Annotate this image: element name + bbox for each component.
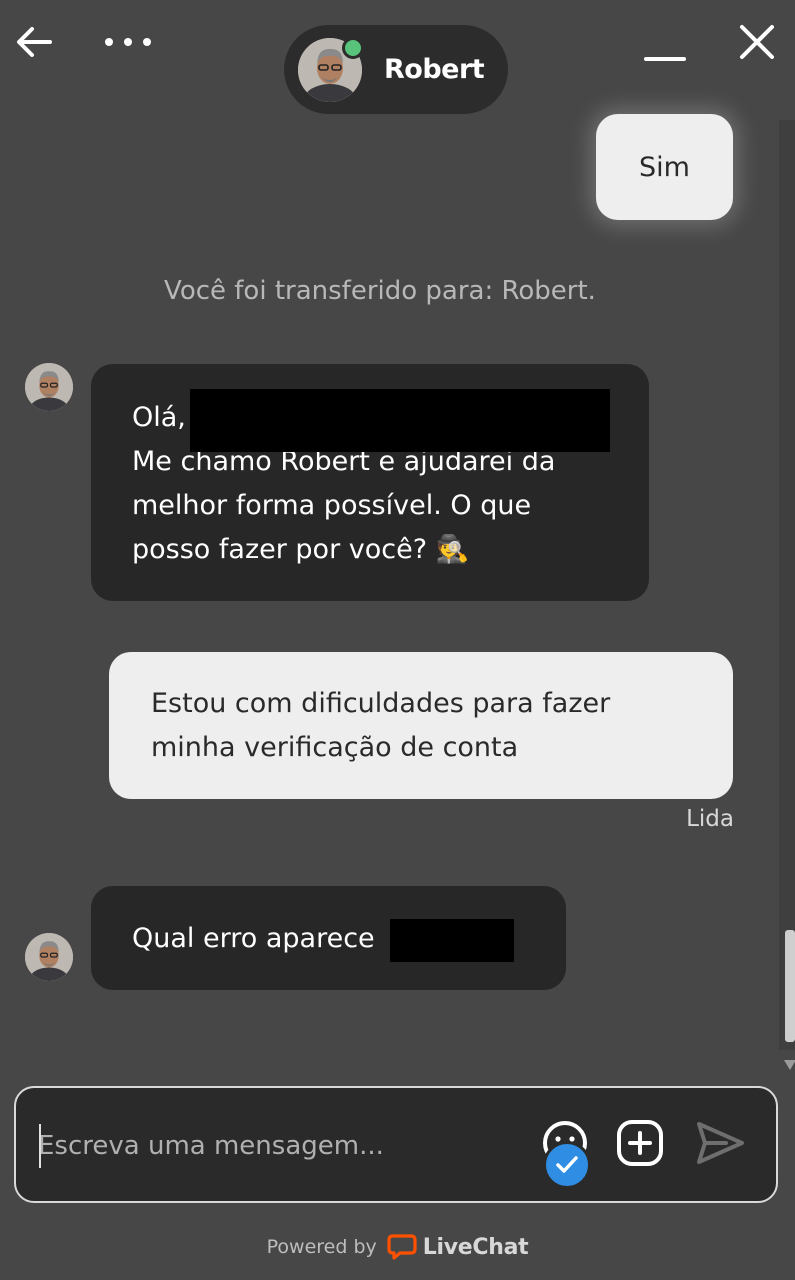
back-button[interactable]: [8, 18, 60, 66]
livechat-logo-icon: [387, 1234, 417, 1260]
attach-plus-icon: [617, 1120, 663, 1166]
livechat-brand: LiveChat: [422, 1234, 529, 1260]
back-arrow-icon: [17, 27, 52, 57]
scrollbar-track[interactable]: [779, 120, 795, 1050]
message-text: Qual erro aparece: [132, 922, 375, 954]
message-input[interactable]: [38, 1118, 518, 1174]
visitor-message: Sim: [596, 114, 733, 220]
message-line: posso fazer por você? 🕵️: [132, 534, 470, 565]
attach-button[interactable]: [614, 1117, 666, 1169]
online-status-dot: [342, 37, 364, 59]
read-status: Lida: [686, 806, 734, 832]
agent-header-pill[interactable]: Robert: [284, 25, 508, 114]
agent-avatar: [25, 363, 73, 411]
more-options-button[interactable]: [96, 18, 160, 66]
powered-by-footer[interactable]: Powered by LiveChat: [0, 1232, 795, 1262]
close-icon: [740, 25, 774, 59]
visitor-message: Estou com dificuldades para fazer minha …: [109, 652, 733, 799]
send-button[interactable]: [692, 1118, 748, 1168]
message-line: minha verificação de conta: [151, 732, 519, 763]
powered-by-text: Powered by: [266, 1236, 377, 1258]
minimize-button[interactable]: [636, 18, 694, 66]
redaction-block: [190, 389, 610, 452]
agent-name: Robert: [384, 54, 485, 85]
message-text: Sim: [639, 151, 690, 183]
send-icon: [697, 1122, 744, 1164]
message-line: melhor forma possível. O que: [132, 490, 532, 521]
text-caret: [39, 1124, 41, 1168]
close-button[interactable]: [728, 14, 786, 70]
message-line: Estou com dificuldades para fazer: [151, 688, 611, 719]
more-options-icon: [105, 38, 151, 46]
minimize-icon: [644, 57, 686, 61]
scroll-down-arrow-icon[interactable]: [784, 1060, 795, 1070]
verified-check-badge-icon: [543, 1141, 591, 1189]
scrollbar-thumb[interactable]: [785, 930, 795, 1042]
agent-avatar: [25, 933, 73, 981]
system-message: Você foi transferido para: Robert.: [164, 276, 596, 306]
redaction-block: [390, 919, 514, 962]
